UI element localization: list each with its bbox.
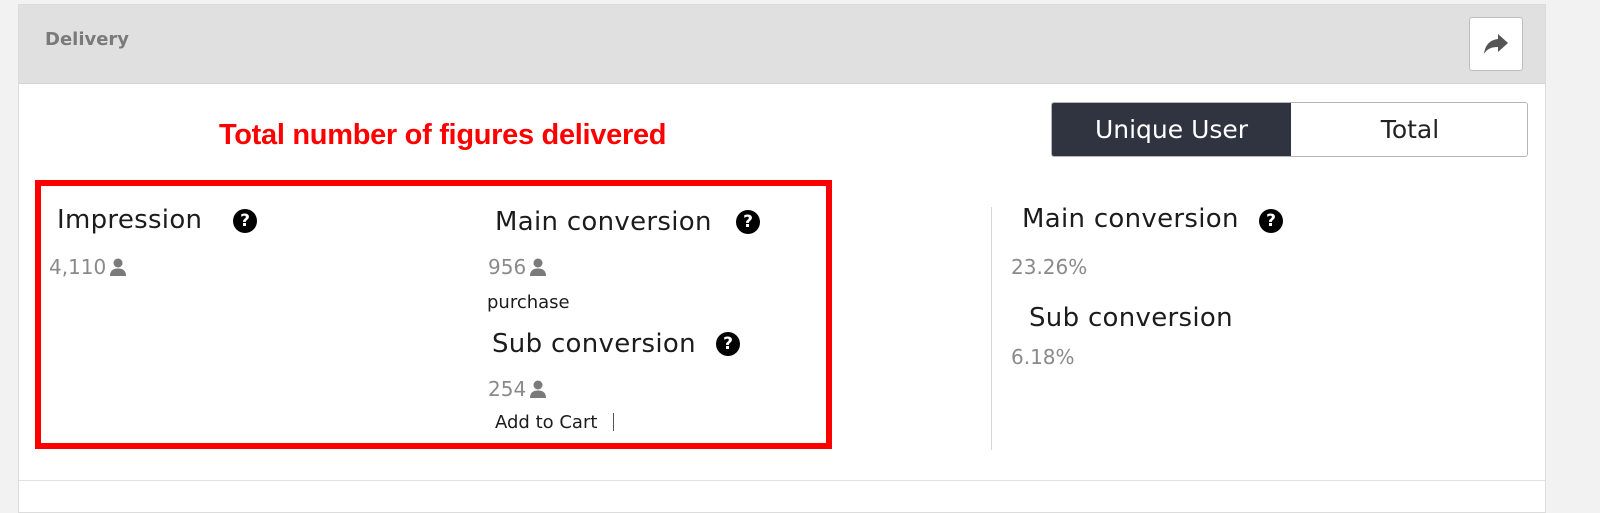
- main-conversion-label: Main conversion: [495, 207, 712, 237]
- sub-conversion-event: Add to Cart: [495, 412, 598, 433]
- sub-conversion-rate-label: Sub conversion: [1029, 303, 1233, 333]
- panel-header: Delivery: [19, 5, 1545, 84]
- sub-conversion-label: Sub conversion: [492, 329, 696, 359]
- main-conversion-count: 956: [488, 255, 527, 279]
- main-conversion-help-icon[interactable]: ?: [736, 210, 760, 234]
- impression-value: 4,110: [49, 255, 128, 279]
- impression-help-icon[interactable]: ?: [233, 209, 257, 233]
- toggle-unique-user[interactable]: Unique User: [1052, 103, 1291, 156]
- sub-conversion-count: 254: [488, 377, 527, 401]
- footer-divider: [19, 480, 1545, 481]
- panel-title: Delivery: [45, 29, 130, 50]
- section-divider: [991, 207, 992, 450]
- impression-label: Impression: [57, 205, 203, 235]
- person-icon: [530, 380, 547, 398]
- main-conversion-rate-label: Main conversion: [1022, 204, 1239, 234]
- person-icon: [530, 258, 547, 276]
- sub-conversion-help-icon[interactable]: ?: [716, 332, 740, 356]
- toggle-total[interactable]: Total: [1291, 103, 1527, 156]
- main-conversion-value: 956: [488, 255, 548, 279]
- sub-conversion-value: 254: [488, 377, 548, 401]
- main-conversion-event: purchase: [487, 292, 570, 313]
- text-caret: [613, 413, 614, 431]
- share-button[interactable]: [1469, 17, 1523, 71]
- sub-conversion-rate-value: 6.18%: [1011, 345, 1075, 369]
- main-conversion-rate-help-icon[interactable]: ?: [1259, 209, 1283, 233]
- impression-count: 4,110: [49, 255, 107, 279]
- main-conversion-rate-value: 23.26%: [1011, 255, 1088, 279]
- share-arrow-icon: [1484, 34, 1508, 54]
- person-icon: [110, 258, 127, 276]
- delivery-panel: Delivery Total number of figures deliver…: [18, 4, 1546, 513]
- unit-toggle: Unique User Total: [1051, 102, 1528, 157]
- annotation-text: Total number of figures delivered: [219, 119, 667, 151]
